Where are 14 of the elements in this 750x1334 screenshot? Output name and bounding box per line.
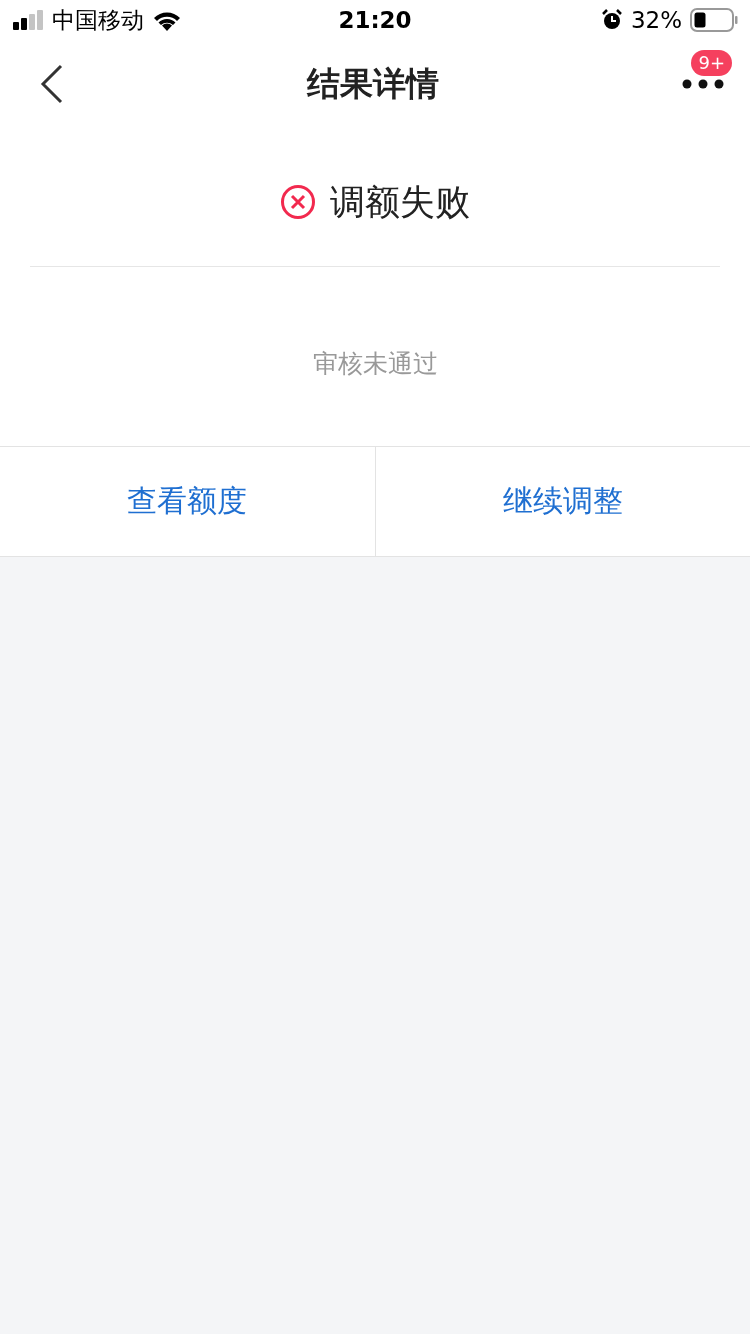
more-button[interactable] <box>682 78 724 90</box>
battery-icon <box>690 8 738 32</box>
signal-icon <box>13 10 44 30</box>
result-title: 调额失败 <box>330 180 470 224</box>
notification-badge: 9+ <box>691 50 732 76</box>
carrier-name: 中国移动 <box>52 5 144 35</box>
alarm-clock-icon <box>600 9 623 31</box>
error-icon <box>280 184 316 220</box>
page-title: 结果详情 <box>307 62 439 105</box>
result-reason: 审核未通过 <box>312 348 438 380</box>
wifi-icon <box>152 9 182 31</box>
clock-time: 21:20 <box>337 7 413 33</box>
back-button[interactable] <box>40 64 64 104</box>
battery-percent: 32% <box>630 7 682 33</box>
